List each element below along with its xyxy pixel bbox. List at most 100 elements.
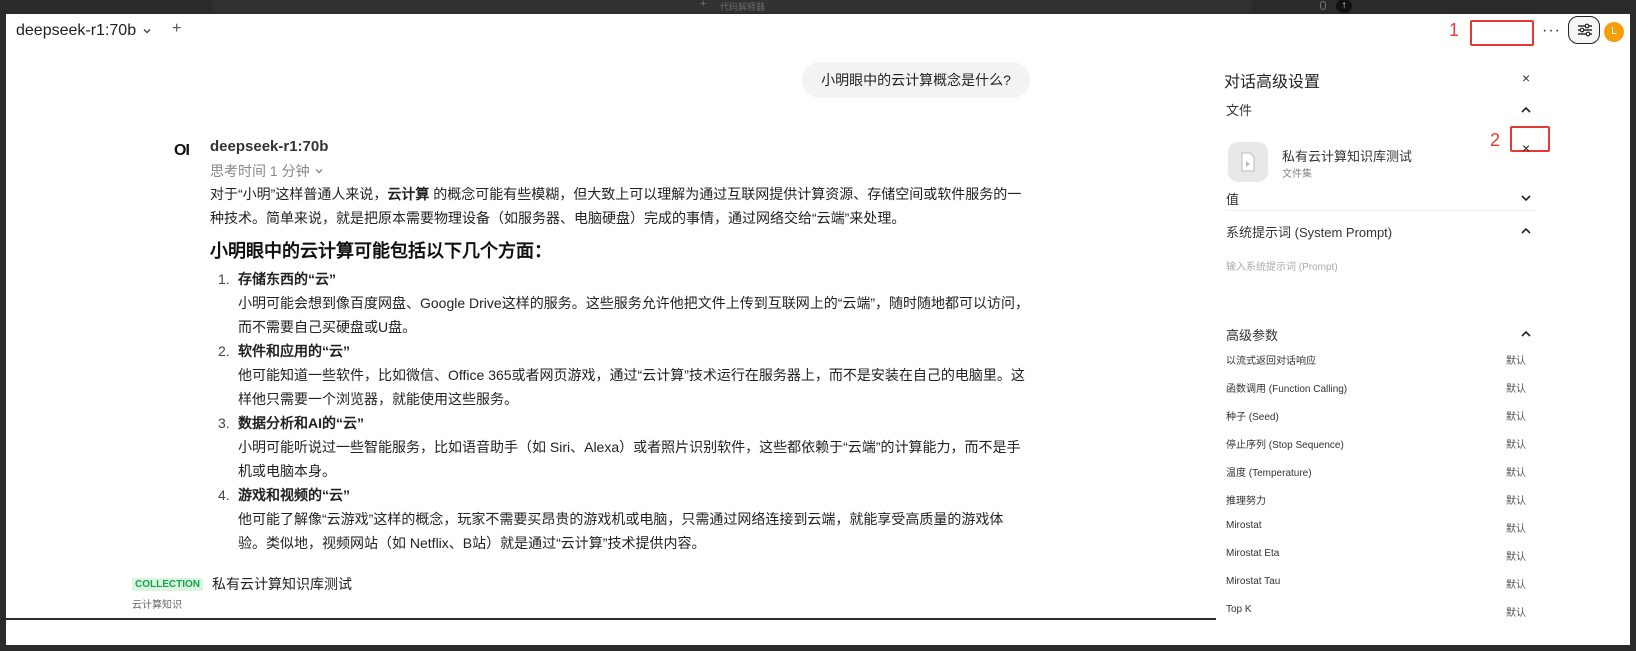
intro-bold-term: 云计算: [387, 186, 430, 202]
chevron-up-icon[interactable]: [1520, 104, 1532, 116]
param-name: Mirostat: [1226, 520, 1262, 531]
model-logo: OI: [174, 142, 190, 159]
chevron-up-icon[interactable]: [1520, 328, 1532, 340]
collection-reference[interactable]: COLLECTION 私有云计算知识库测试 云计算知识: [130, 572, 1090, 622]
file-type: 文件集: [1282, 169, 1312, 180]
chevron-down-icon[interactable]: [1520, 192, 1532, 204]
param-value[interactable]: 默认: [1506, 548, 1526, 563]
param-row[interactable]: 推理努力 默认: [1226, 492, 1526, 510]
list-item-title: 游戏和视频的“云”: [238, 487, 350, 503]
annotation-number-2: 2: [1490, 130, 1501, 150]
close-icon[interactable]: ×: [1522, 70, 1530, 86]
list-item: 1. 存储东西的“云” 小明可能会想到像百度网盘、Google Drive这样的…: [210, 267, 1030, 339]
answer-list: 1. 存储东西的“云” 小明可能会想到像百度网盘、Google Drive这样的…: [210, 267, 1030, 555]
param-row[interactable]: 停止序列 (Stop Sequence) 默认: [1226, 436, 1526, 454]
bottom-divider: [6, 618, 1216, 620]
list-item-title: 存储东西的“云”: [238, 271, 336, 287]
list-item: 4. 游戏和视频的“云” 他可能了解像“云游戏”这样的概念，玩家不需要买昂贵的游…: [210, 483, 1030, 555]
param-name: 推理努力: [1226, 496, 1266, 507]
files-section-label: 文件: [1226, 103, 1253, 118]
param-row[interactable]: 种子 (Seed) 默认: [1226, 408, 1526, 426]
param-row[interactable]: Mirostat 默认: [1226, 520, 1526, 538]
chat-app: deepseek-r1:70b + 1 ··· L 小明眼中的云计算概念是什么?…: [6, 14, 1630, 645]
chat-controls-button[interactable]: [1568, 16, 1600, 44]
chevron-down-icon: [315, 169, 323, 174]
sliders-icon: [1578, 23, 1592, 37]
background-mic-icon: [1320, 1, 1326, 10]
background-plus-icon: +: [700, 0, 707, 10]
file-item[interactable]: 私有云计算知识库测试 文件集: [1228, 142, 1528, 186]
list-item: 3. 数据分析和AI的“云” 小明可能听说过一些智能服务，比如语音助手（如 Si…: [210, 411, 1030, 483]
chevron-down-icon: [143, 29, 151, 34]
collection-description: 云计算知识: [132, 600, 182, 611]
background-tool-label: 代码解释器: [720, 2, 766, 12]
file-icon: [1228, 142, 1268, 182]
collection-name: 私有云计算知识库测试: [212, 576, 352, 592]
param-value[interactable]: 默认: [1506, 408, 1526, 423]
param-value[interactable]: 默认: [1506, 464, 1526, 479]
advanced-params-label: 高级参数: [1226, 328, 1279, 343]
param-row[interactable]: 温度 (Temperature) 默认: [1226, 464, 1526, 482]
add-model-button[interactable]: +: [172, 20, 181, 38]
param-row[interactable]: Top K 默认: [1226, 604, 1526, 622]
param-value[interactable]: 默认: [1506, 352, 1526, 367]
param-name: 函数调用 (Function Calling): [1226, 384, 1348, 395]
list-item: 2. 软件和应用的“云” 他可能知道一些软件，比如微信、Office 365或者…: [210, 339, 1030, 411]
param-value[interactable]: 默认: [1506, 576, 1526, 591]
answer-intro: 对于“小明”这样普通人来说，云计算 的概念可能有些模糊，但大致上可以理解为通过互…: [210, 182, 1030, 230]
param-value[interactable]: 默认: [1506, 380, 1526, 395]
param-value[interactable]: 默认: [1506, 604, 1526, 619]
param-row[interactable]: 函数调用 (Function Calling) 默认: [1226, 380, 1526, 398]
thinking-label: 思考时间 1 分钟: [210, 163, 310, 179]
param-value[interactable]: 默认: [1506, 520, 1526, 535]
valves-section-label: 值: [1226, 192, 1240, 207]
param-row[interactable]: 以流式返回对话响应 默认: [1226, 352, 1526, 370]
list-item-title: 软件和应用的“云”: [238, 343, 350, 359]
assistant-answer: 对于“小明”这样普通人来说，云计算 的概念可能有些模糊，但大致上可以理解为通过互…: [210, 182, 1030, 555]
answer-heading: 小明眼中的云计算可能包括以下几个方面：: [210, 241, 552, 261]
annotation-number-1: 1: [1449, 20, 1460, 40]
divider: [1226, 210, 1536, 211]
list-item-body: 他可能知道一些软件，比如微信、Office 365或者网页游戏，通过“云计算”技…: [238, 367, 1025, 407]
annotation-box-1: [1470, 20, 1534, 46]
param-name: 温度 (Temperature): [1226, 468, 1312, 479]
thinking-toggle[interactable]: 思考时间 1 分钟: [210, 161, 324, 181]
param-value[interactable]: 默认: [1506, 492, 1526, 507]
param-name: Top K: [1226, 604, 1252, 615]
list-item-body: 他可能了解像“云游戏”这样的概念，玩家不需要买昂贵的游戏机或电脑，只需通过网络连…: [238, 511, 1004, 551]
param-name: 以流式返回对话响应: [1226, 356, 1316, 367]
bot-name: deepseek-r1:70b: [210, 138, 329, 155]
remove-file-button[interactable]: ×: [1522, 140, 1530, 156]
chat-controls-panel: 对话高级设置 × 文件 私有云计算知识库测试 文件集 2 × 值 系统提示词 (…: [1210, 48, 1630, 645]
system-prompt-input[interactable]: 输入系统提示词 (Prompt): [1226, 258, 1338, 273]
list-item-title: 数据分析和AI的“云”: [238, 415, 364, 431]
background-input-bar: + 代码解释器 ↑: [212, 0, 1352, 13]
model-selector[interactable]: deepseek-r1:70b: [16, 22, 152, 40]
panel-title: 对话高级设置: [1224, 74, 1321, 91]
list-number: 1.: [218, 271, 230, 287]
list-item-body: 小明可能听说过一些智能服务，比如语音助手（如 Siri、Alexa）或者照片识别…: [238, 439, 1021, 479]
background-send-icon: ↑: [1336, 0, 1352, 13]
user-message: 小明眼中的云计算概念是什么?: [802, 62, 1030, 98]
chat-header: deepseek-r1:70b + 1 ··· L: [6, 14, 1630, 48]
param-name: 停止序列 (Stop Sequence): [1226, 440, 1344, 451]
param-row[interactable]: Mirostat Tau 默认: [1226, 576, 1526, 594]
system-prompt-label: 系统提示词 (System Prompt): [1226, 225, 1393, 240]
list-number: 4.: [218, 487, 230, 503]
param-name: 种子 (Seed): [1226, 412, 1279, 423]
list-number: 2.: [218, 343, 230, 359]
intro-text: 对于“小明”这样普通人来说，: [210, 186, 388, 202]
user-avatar[interactable]: L: [1604, 22, 1624, 42]
param-name: Mirostat Eta: [1226, 548, 1280, 559]
file-name: 私有云计算知识库测试: [1282, 149, 1413, 164]
list-number: 3.: [218, 415, 230, 431]
collection-badge: COLLECTION: [132, 578, 203, 591]
list-item-body: 小明可能会想到像百度网盘、Google Drive这样的服务。这些服务允许他把文…: [238, 295, 1030, 335]
param-value[interactable]: 默认: [1506, 436, 1526, 451]
model-name: deepseek-r1:70b: [16, 22, 137, 39]
more-options-button[interactable]: ···: [1542, 22, 1561, 40]
param-row[interactable]: Mirostat Eta 默认: [1226, 548, 1526, 566]
background-window-strip: + 代码解释器 ↑: [0, 0, 1636, 14]
param-name: Mirostat Tau: [1226, 576, 1281, 587]
chevron-up-icon[interactable]: [1520, 225, 1532, 237]
